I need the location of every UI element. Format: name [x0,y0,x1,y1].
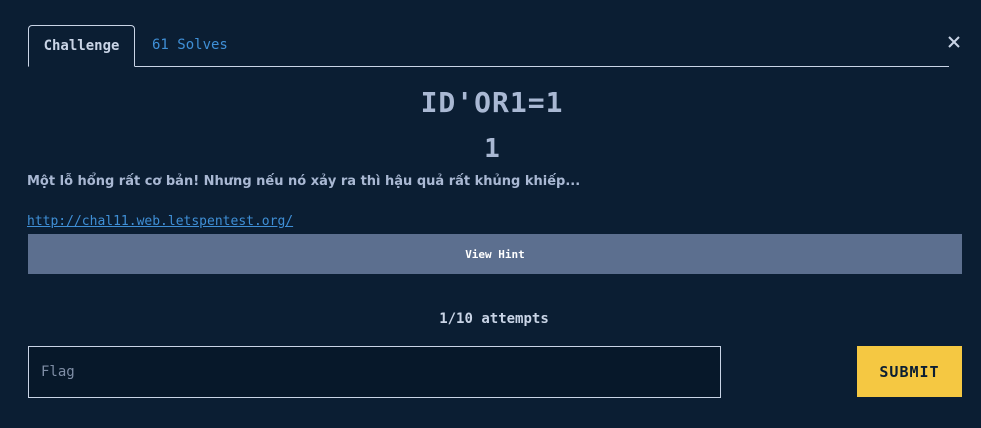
challenge-modal: Challenge 61 Solves ID'OR1=1 1 Một lỗ hổ… [0,0,981,428]
tab-challenge[interactable]: Challenge [28,25,135,67]
challenge-points: 1 [484,134,500,164]
flag-input[interactable] [28,346,721,398]
tab-solves[interactable]: 61 Solves [152,25,228,66]
close-icon[interactable] [946,35,962,51]
view-hint-button[interactable]: View Hint [28,234,962,274]
tab-bar: Challenge 61 Solves [28,25,949,67]
challenge-title: ID'OR1=1 [420,86,564,119]
challenge-description: Một lỗ hổng rất cơ bản! Nhưng nếu nó xảy… [27,174,581,189]
attempts-counter: 1/10 attempts [439,311,549,327]
challenge-link[interactable]: http://chal11.web.letspentest.org/ [27,214,293,229]
submit-button[interactable]: SUBMIT [857,346,962,397]
close-icon-glyph [948,36,960,48]
